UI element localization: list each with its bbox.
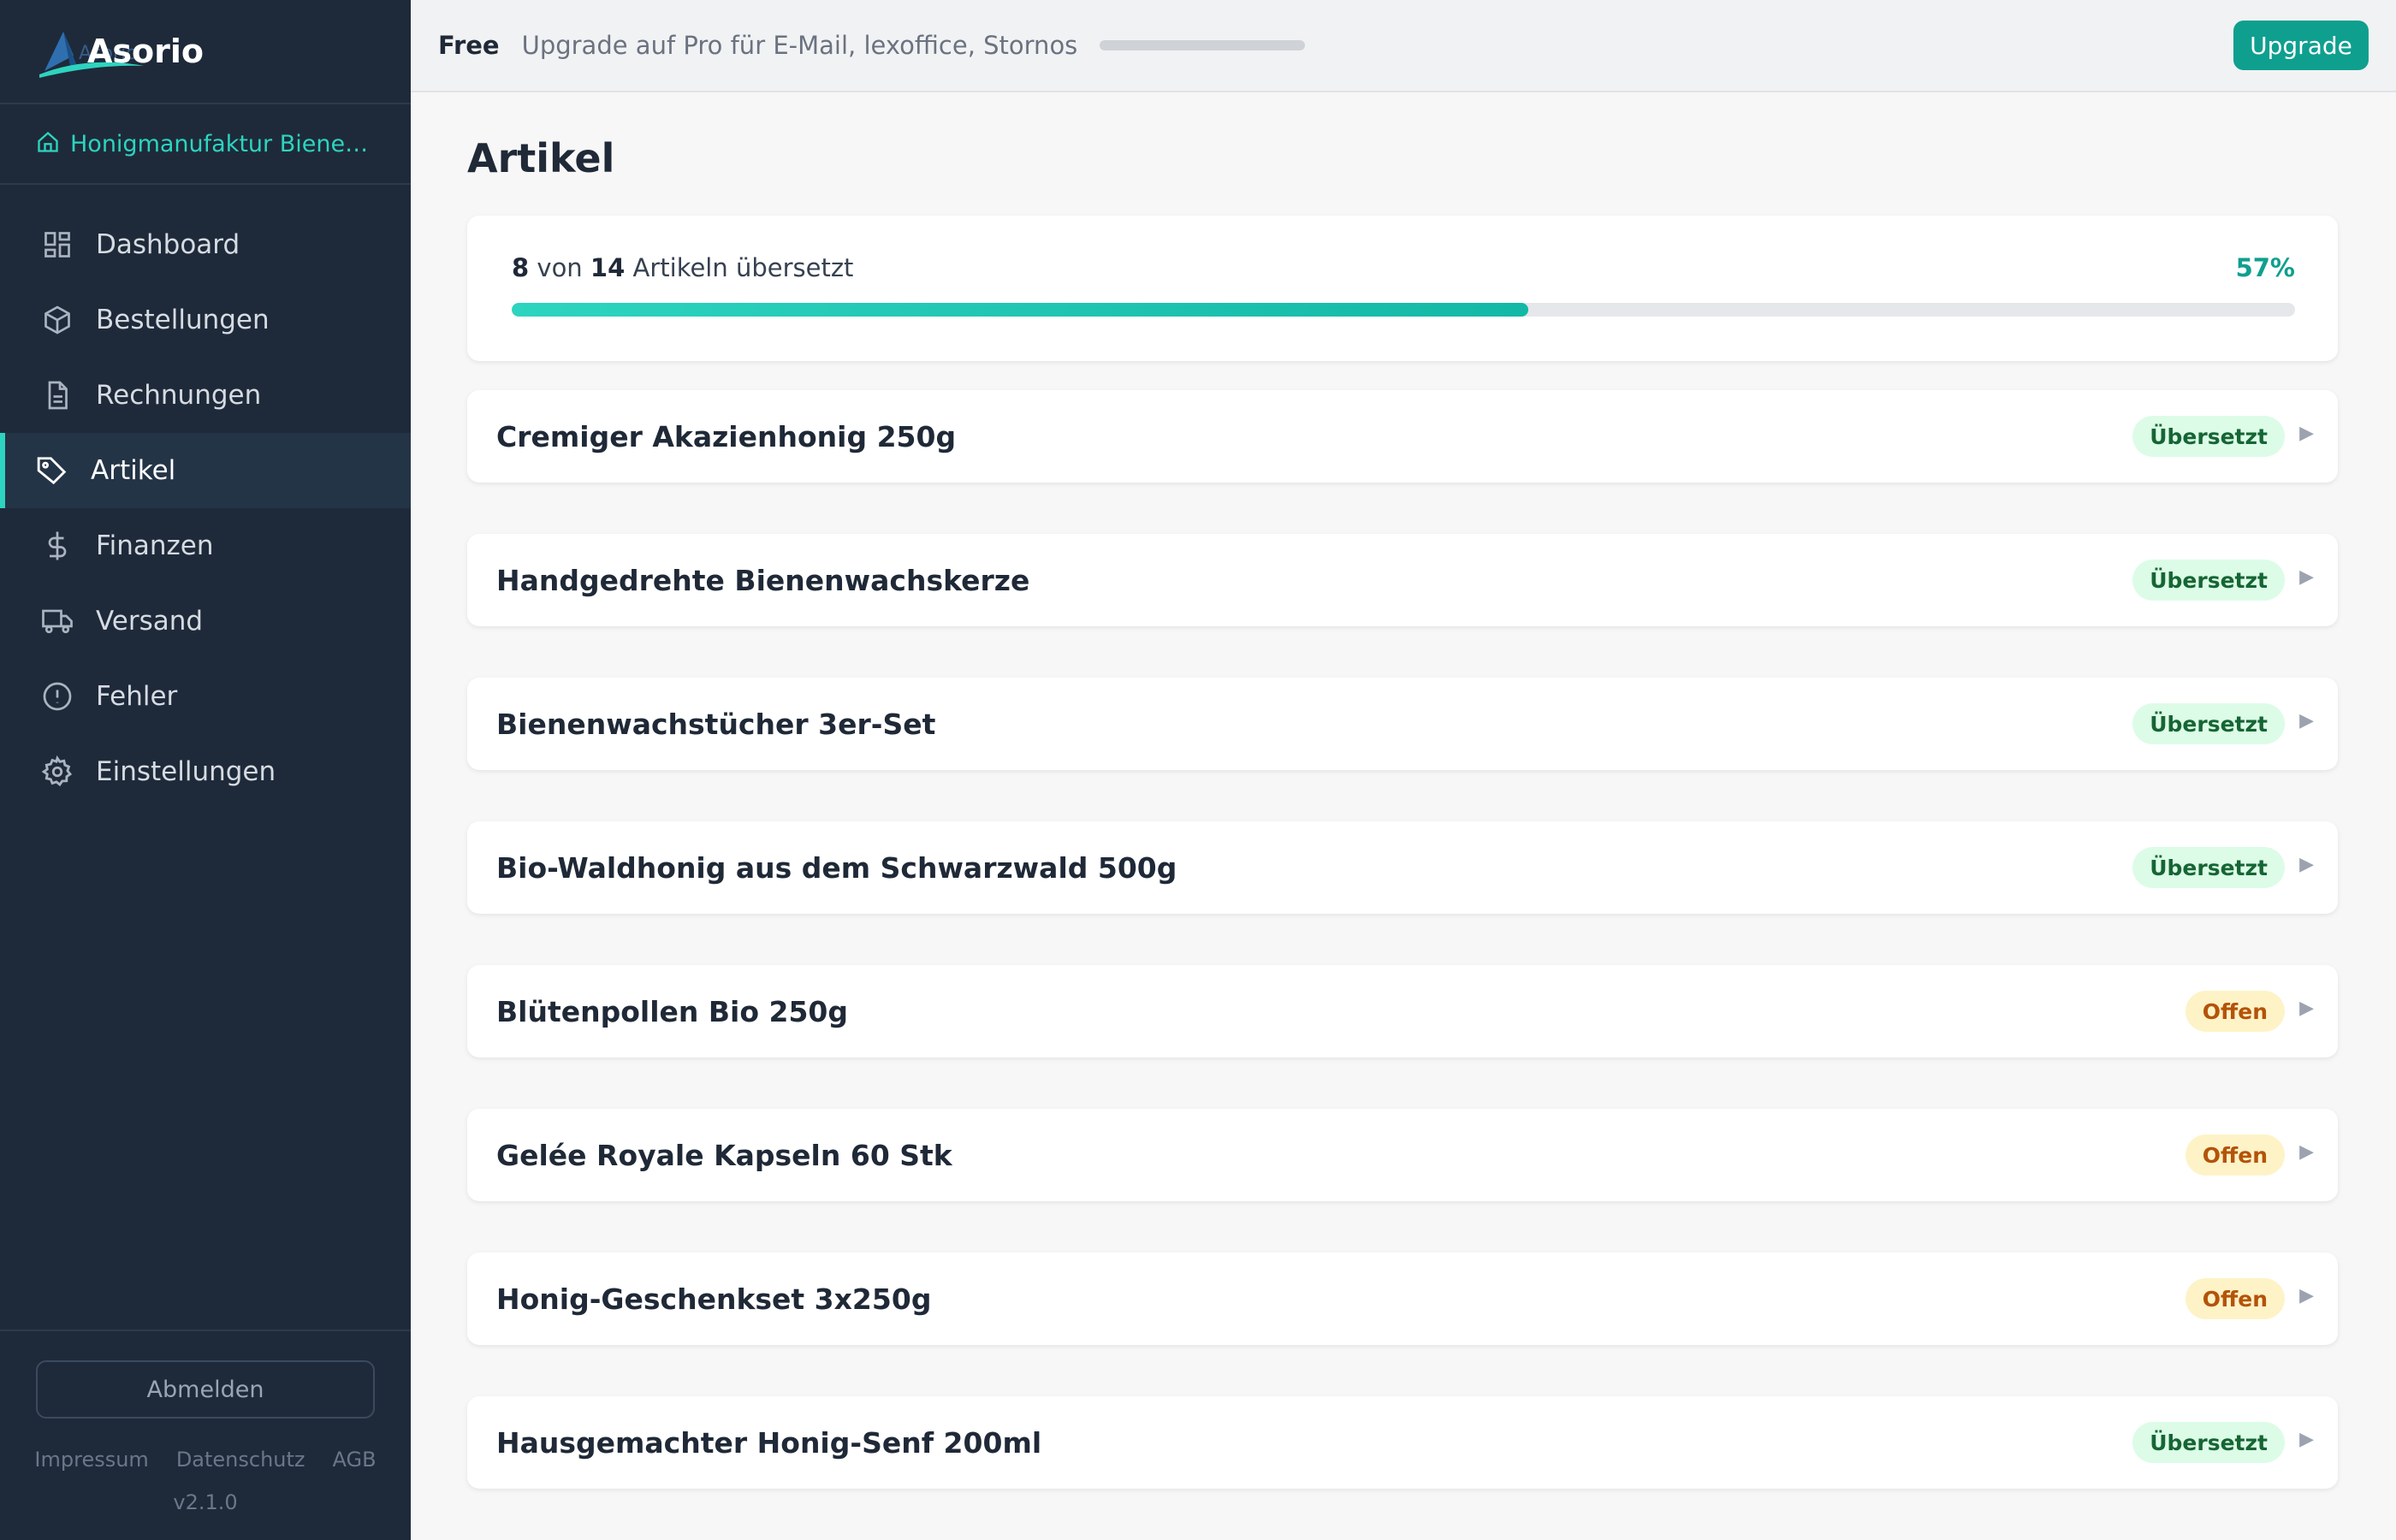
upgrade-button[interactable]: Upgrade bbox=[2233, 21, 2369, 70]
workspace-switcher[interactable]: Honigmanufaktur Bienenglück bbox=[0, 104, 411, 185]
article-row[interactable]: Honig-Geschenkset 3x250g Offen ▶ bbox=[467, 1253, 2338, 1345]
chevron-right-icon[interactable]: ▶ bbox=[2299, 710, 2314, 732]
nav-item-finanzen[interactable]: Finanzen bbox=[0, 508, 411, 583]
main-nav: Dashboard Bestellungen Rechnungen Artike… bbox=[0, 185, 411, 809]
article-name: Cremiger Akazienhonig 250g bbox=[496, 419, 957, 453]
progress-done-count: 8 bbox=[512, 253, 530, 282]
status-badge: Offen bbox=[2185, 1134, 2285, 1176]
progress-percent: 57% bbox=[2235, 253, 2295, 282]
chevron-right-icon[interactable]: ▶ bbox=[2299, 1285, 2314, 1306]
tag-icon bbox=[34, 453, 70, 489]
main-content: Artikel 8 von 14 Artikeln übersetzt 57% … bbox=[411, 92, 2396, 1540]
agb-link[interactable]: AGB bbox=[333, 1448, 377, 1472]
chevron-right-icon[interactable]: ▶ bbox=[2299, 423, 2314, 444]
nav-label: Dashboard bbox=[96, 229, 240, 260]
nav-label: Artikel bbox=[91, 455, 176, 486]
home-icon bbox=[36, 130, 60, 157]
article-name: Blütenpollen Bio 250g bbox=[496, 994, 849, 1028]
nav-item-bestellungen[interactable]: Bestellungen bbox=[0, 282, 411, 358]
nav-item-einstellungen[interactable]: Einstellungen bbox=[0, 734, 411, 809]
nav-item-fehler[interactable]: Fehler bbox=[0, 659, 411, 734]
chevron-right-icon[interactable]: ▶ bbox=[2299, 998, 2314, 1019]
sidebar-footer: Abmelden Impressum Datenschutz AGB v2.1.… bbox=[0, 1330, 411, 1540]
plan-usage-bar bbox=[1100, 40, 1306, 50]
nav-label: Bestellungen bbox=[96, 305, 270, 335]
legal-links: Impressum Datenschutz AGB bbox=[0, 1448, 411, 1472]
status-badge: Übersetzt bbox=[2132, 560, 2285, 601]
article-list: Cremiger Akazienhonig 250g Übersetzt ▶ Hand… bbox=[467, 390, 2396, 1489]
status-badge: Offen bbox=[2185, 1278, 2285, 1319]
article-row[interactable]: Bienenwachstücher 3er-Set Übersetzt ▶ bbox=[467, 678, 2338, 770]
progress-of: von bbox=[537, 253, 583, 282]
status-badge: Übersetzt bbox=[2132, 847, 2285, 888]
truck-icon bbox=[39, 603, 75, 639]
article-name: Handgedrehte Bienenwachskerze bbox=[496, 563, 1030, 597]
logout-button[interactable]: Abmelden bbox=[36, 1360, 375, 1419]
status-badge: Offen bbox=[2185, 991, 2285, 1032]
page-title: Artikel bbox=[467, 135, 615, 181]
progress-summary: 8 von 14 Artikeln übersetzt bbox=[512, 253, 853, 282]
chevron-right-icon[interactable]: ▶ bbox=[2299, 854, 2314, 875]
nav-label: Rechnungen bbox=[96, 380, 262, 411]
article-row[interactable]: Hausgemachter Honig-Senf 200ml Übersetzt ▶ bbox=[467, 1396, 2338, 1489]
progress-suffix: Artikeln übersetzt bbox=[632, 253, 854, 282]
nav-item-rechnungen[interactable]: Rechnungen bbox=[0, 358, 411, 433]
gear-icon bbox=[39, 754, 75, 790]
upgrade-note: Upgrade auf Pro für E-Mail, lexoffice, S… bbox=[521, 31, 1078, 60]
chevron-right-icon[interactable]: ▶ bbox=[2299, 1141, 2314, 1163]
document-icon bbox=[39, 377, 75, 413]
article-row[interactable]: Cremiger Akazienhonig 250g Übersetzt ▶ bbox=[467, 390, 2338, 483]
nav-label: Einstellungen bbox=[96, 756, 276, 787]
chevron-right-icon[interactable]: ▶ bbox=[2299, 1429, 2314, 1450]
app-version: v2.1.0 bbox=[173, 1490, 238, 1514]
nav-item-dashboard[interactable]: Dashboard bbox=[0, 207, 411, 282]
nav-label: Fehler bbox=[96, 681, 178, 712]
status-badge: Übersetzt bbox=[2132, 1422, 2285, 1463]
article-name: Bio-Waldhonig aus dem Schwarzwald 500g bbox=[496, 850, 1177, 885]
nav-label: Versand bbox=[96, 606, 204, 637]
nav-item-versand[interactable]: Versand bbox=[0, 583, 411, 659]
dollar-icon bbox=[39, 528, 75, 564]
article-name: Bienenwachstücher 3er-Set bbox=[496, 707, 936, 741]
dashboard-icon bbox=[39, 227, 75, 263]
sidebar: Asorio Asorio Honigmanufaktur Bienenglüc… bbox=[0, 0, 411, 1540]
article-row[interactable]: Blütenpollen Bio 250g Offen ▶ bbox=[467, 965, 2338, 1057]
article-name: Gelée Royale Kapseln 60 Stk bbox=[496, 1138, 952, 1172]
article-row[interactable]: Handgedrehte Bienenwachskerze Übersetzt ▶ bbox=[467, 534, 2338, 626]
workspace-name: Honigmanufaktur Bienenglück bbox=[70, 130, 378, 157]
chevron-right-icon[interactable]: ▶ bbox=[2299, 566, 2314, 588]
article-row[interactable]: Bio-Waldhonig aus dem Schwarzwald 500g Üb… bbox=[467, 821, 2338, 914]
brand[interactable]: Asorio Asorio bbox=[0, 0, 411, 104]
progress-bar bbox=[512, 303, 2295, 317]
datenschutz-link[interactable]: Datenschutz bbox=[176, 1448, 305, 1472]
article-name: Hausgemachter Honig-Senf 200ml bbox=[496, 1425, 1042, 1460]
top-bar: Free Upgrade auf Pro für E-Mail, lexoffi… bbox=[411, 0, 2396, 92]
nav-item-artikel[interactable]: Artikel bbox=[0, 433, 411, 508]
plan-label: Free bbox=[438, 31, 500, 60]
nav-label: Finanzen bbox=[96, 530, 214, 561]
article-name: Honig-Geschenkset 3x250g bbox=[496, 1282, 932, 1316]
translation-progress-card: 8 von 14 Artikeln übersetzt 57% bbox=[467, 216, 2338, 361]
impressum-link[interactable]: Impressum bbox=[34, 1448, 148, 1472]
alert-icon bbox=[39, 678, 75, 714]
progress-total-count: 14 bbox=[590, 253, 626, 282]
progress-bar-fill bbox=[512, 303, 1528, 317]
status-badge: Übersetzt bbox=[2132, 703, 2285, 744]
status-badge: Übersetzt bbox=[2132, 416, 2285, 457]
article-row[interactable]: Gelée Royale Kapseln 60 Stk Offen ▶ bbox=[467, 1109, 2338, 1201]
app-name: Asorio bbox=[87, 33, 205, 70]
box-icon bbox=[39, 302, 75, 338]
